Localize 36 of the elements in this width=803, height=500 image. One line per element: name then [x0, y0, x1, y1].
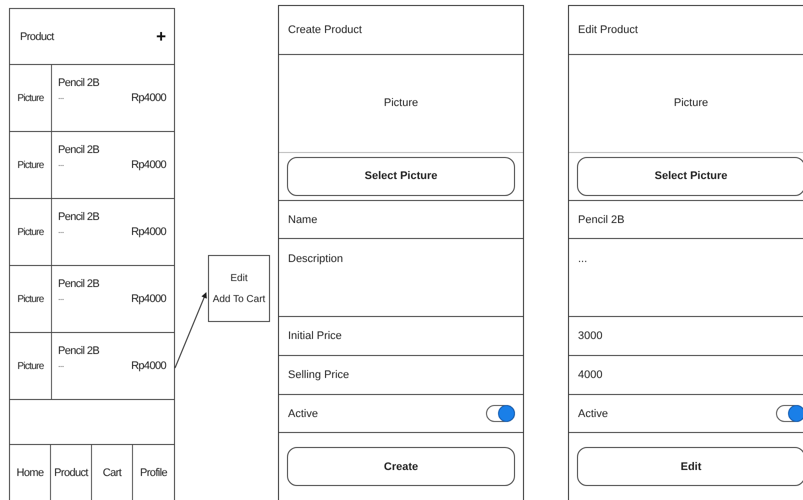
picture-label: Picture — [16, 292, 45, 306]
screen-title: Product — [20, 30, 54, 42]
product-price: Rp4000 — [131, 159, 166, 171]
product-description: ... — [58, 292, 65, 302]
product-price: Rp4000 — [131, 226, 166, 238]
menu-item[interactable]: Add To Cart — [212, 294, 266, 304]
add-button[interactable]: + — [156, 26, 166, 46]
toggle-label: Active — [288, 408, 318, 420]
product-description: ... — [58, 91, 65, 101]
product-name: Pencil 2B — [58, 77, 100, 89]
submit-button[interactable]: Edit — [577, 447, 803, 486]
screen-title: Create Product — [288, 24, 362, 36]
picture-label: Picture — [16, 360, 45, 374]
product-name: Pencil 2B — [58, 345, 100, 357]
select-picture-button[interactable]: Select Picture — [577, 156, 803, 196]
picture-label: Picture — [16, 226, 45, 240]
toggle-switch[interactable] — [486, 405, 515, 422]
picture-label: Picture — [674, 97, 708, 110]
product-description: ... — [58, 359, 65, 369]
picture-label: Picture — [384, 97, 418, 110]
product-price: Rp4000 — [131, 293, 166, 305]
product-description: ... — [58, 225, 65, 235]
select-picture-button[interactable]: Select Picture — [287, 156, 515, 196]
product-price: Rp4000 — [131, 360, 166, 372]
picture-label: Picture — [16, 158, 45, 172]
toggle-switch[interactable] — [776, 405, 803, 422]
product-name: Pencil 2B — [58, 278, 100, 290]
screen-title: Edit Product — [578, 24, 638, 36]
picture-label: Picture — [16, 92, 45, 106]
submit-button[interactable]: Create — [287, 447, 515, 486]
product-price: Rp4000 — [131, 92, 166, 104]
product-description: ... — [58, 158, 65, 168]
menu-item[interactable]: Edit — [230, 272, 248, 284]
toggle-label: Active — [578, 408, 608, 420]
product-name: Pencil 2B — [58, 144, 100, 156]
product-name: Pencil 2B — [58, 211, 100, 223]
